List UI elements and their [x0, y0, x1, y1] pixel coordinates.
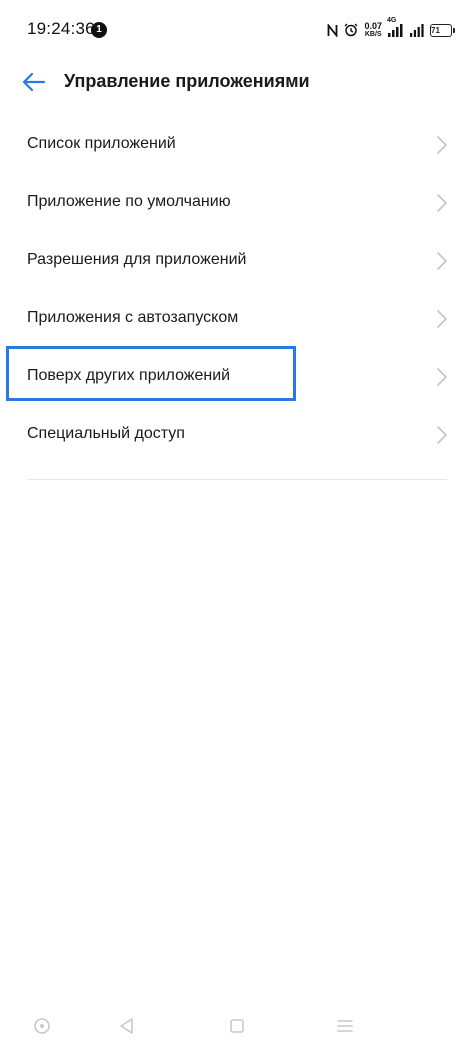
signal-icon — [410, 23, 424, 37]
menu-item-label: Поверх других приложений — [27, 367, 231, 384]
menu-item-label: Приложение по умолчанию — [27, 193, 231, 210]
nav-bar — [0, 997, 474, 1053]
network-type: 4G — [387, 16, 397, 24]
home-square-icon — [230, 1019, 244, 1033]
chevron-right-icon — [437, 136, 447, 154]
arrow-left-icon — [22, 72, 46, 92]
chevron-right-icon — [437, 252, 447, 270]
notification-badge: 1 — [91, 22, 107, 38]
signal-4g-icon: 4G — [387, 17, 404, 37]
menu-item-default-apps[interactable]: Приложение по умолчанию — [0, 174, 474, 232]
chevron-right-icon — [437, 368, 447, 386]
alarm-icon — [344, 23, 358, 37]
status-icons: 0.07 KB/S 4G 71 — [327, 17, 455, 42]
assistant-button[interactable] — [31, 1015, 53, 1037]
menu-item-draw-over-apps[interactable]: Поверх других приложений — [0, 348, 474, 406]
net-speed-value: 0.07 — [364, 20, 382, 31]
menu-item-special-access[interactable]: Специальный доступ — [0, 406, 474, 464]
back-triangle-icon — [120, 1018, 133, 1034]
recents-button[interactable] — [334, 1015, 356, 1037]
page-title: Управление приложениями — [64, 71, 310, 91]
menu-item-app-permissions[interactable]: Разрешения для приложений — [0, 232, 474, 290]
net-speed-unit: KB/S — [364, 30, 382, 38]
status-bar: 19:24:36 1 0.07 KB/S 4G 71 — [0, 0, 474, 62]
header: Управление приложениями — [0, 62, 474, 102]
nfc-icon — [327, 23, 338, 37]
chevron-right-icon — [437, 310, 447, 328]
back-button[interactable] — [20, 68, 48, 96]
menu-item-label: Специальный доступ — [27, 425, 185, 442]
menu-lines-icon — [337, 1020, 353, 1032]
battery-icon: 71 — [430, 23, 455, 37]
menu-item-label: Разрешения для приложений — [27, 251, 247, 268]
menu-item-label: Приложения с автозапуском — [27, 309, 239, 326]
chevron-right-icon — [437, 194, 447, 212]
menu-list: Список приложений Приложение по умолчани… — [0, 116, 474, 464]
nav-back-button[interactable] — [116, 1015, 138, 1037]
status-time: 19:24:36 — [27, 19, 95, 38]
chevron-right-icon — [437, 426, 447, 444]
divider — [27, 479, 447, 480]
menu-item-autostart-apps[interactable]: Приложения с автозапуском — [0, 290, 474, 348]
menu-item-app-list[interactable]: Список приложений — [0, 116, 474, 174]
assistant-circle-icon — [34, 1018, 50, 1034]
net-speed: 0.07 KB/S — [364, 20, 382, 39]
home-button[interactable] — [226, 1015, 248, 1037]
menu-item-label: Список приложений — [27, 135, 176, 152]
